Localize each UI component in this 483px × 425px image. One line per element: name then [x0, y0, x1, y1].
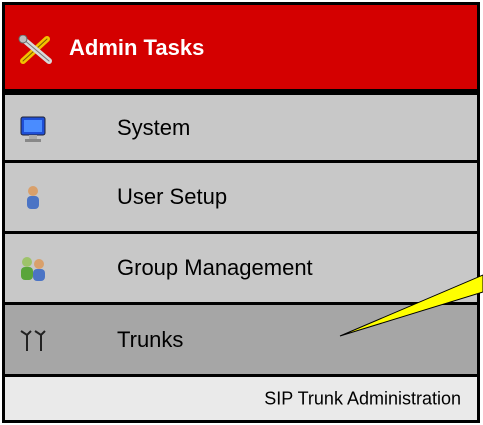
menu-item-label: User Setup — [117, 184, 228, 209]
menu-item-trunks[interactable]: Trunks — [2, 302, 480, 377]
trunk-icon — [20, 329, 46, 351]
menu-item-user-setup[interactable]: User Setup — [2, 160, 480, 234]
menu-item-system[interactable]: System — [2, 92, 480, 163]
user-icon — [27, 186, 39, 209]
monitor-icon — [20, 116, 46, 142]
menu-item-label: Trunks — [117, 326, 184, 352]
admin-tasks-panel: Admin Tasks System User Setup Group Mana… — [2, 2, 480, 423]
admin-tasks-header: Admin Tasks — [2, 2, 480, 92]
menu-item-label: Group Management — [117, 255, 313, 280]
menu-item-group-management[interactable]: Group Management — [2, 231, 480, 305]
submenu-label: SIP Trunk Administration — [264, 388, 461, 408]
submenu-sip-trunk-administration[interactable]: SIP Trunk Administration — [2, 374, 480, 423]
page-title: Admin Tasks — [69, 35, 205, 60]
tools-icon — [18, 35, 52, 64]
group-icon — [21, 257, 45, 281]
admin-tasks-screenshot: Admin Tasks System User Setup Group Mana… — [0, 0, 483, 425]
menu-item-label: System — [117, 114, 191, 140]
